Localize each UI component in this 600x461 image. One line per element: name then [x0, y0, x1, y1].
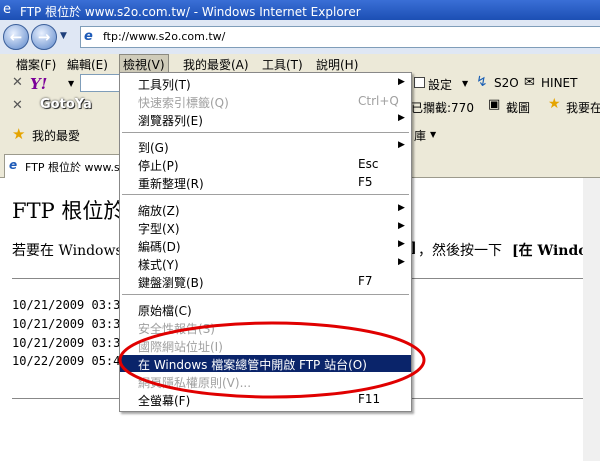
menu-tools[interactable]: 工具(T) [262, 56, 303, 73]
navigation-bar: ← → ▼ e ftp://www.s2o.com.tw/ [0, 20, 600, 55]
view-menu-item-toolbars[interactable]: 工具列(T) ▶ [120, 75, 411, 92]
view-menu-item-stop[interactable]: 停止(P) Esc [120, 156, 411, 173]
star-icon: ★ [548, 96, 561, 112]
address-input[interactable]: ftp://www.s2o.com.tw/ [103, 30, 225, 43]
forward-button[interactable]: → [31, 24, 57, 50]
favorites-star-icon: ★ [12, 125, 26, 143]
window-title: FTP 根位於 www.s2o.com.tw/ - Windows Intern… [20, 5, 361, 19]
ie-app-icon: e [3, 2, 11, 17]
view-menu-item-refresh[interactable]: 重新整理(R) F5 [120, 174, 411, 191]
view-menu-item-full-screen[interactable]: 全螢幕(F) F11 [120, 391, 411, 408]
checkbox-icon[interactable] [414, 77, 425, 88]
view-menu-item-style[interactable]: 樣式(Y) ▶ [120, 255, 411, 272]
submenu-arrow-icon: ▶ [398, 239, 405, 249]
menu-separator [122, 294, 409, 296]
view-menu-item-encoding[interactable]: 編碼(D) ▶ [120, 237, 411, 254]
view-menu-item-go-to[interactable]: 到(G) ▶ [120, 138, 411, 155]
gotoya-logo[interactable]: GotoYa [40, 97, 92, 112]
menu-help[interactable]: 說明(H) [316, 56, 358, 73]
menu-file[interactable]: 檔案(F) [16, 56, 56, 73]
yahoo-logo-icon[interactable]: Y! [30, 75, 47, 93]
menu-edit[interactable]: 編輯(E) [67, 56, 108, 73]
back-button[interactable]: ← [3, 24, 29, 50]
history-dropdown-icon[interactable]: ▼ [60, 31, 67, 41]
view-menu-dropdown: 工具列(T) ▶ 快速索引標籤(Q) Ctrl+Q 瀏覽器列(E) ▶ 到(G)… [119, 72, 412, 412]
favorites-link-partial[interactable]: 我要在台 [566, 99, 600, 116]
view-menu-item-explorer-bars[interactable]: 瀏覽器列(E) ▶ [120, 111, 411, 128]
menu-separator [122, 194, 409, 196]
view-menu-item-text-size[interactable]: 字型(X) ▶ [120, 219, 411, 236]
view-menu-item-quick-tabs: 快速索引標籤(Q) Ctrl+Q [138, 94, 399, 110]
submenu-arrow-icon: ▶ [398, 113, 405, 123]
listing-row[interactable]: 10/21/2009 03:3 [12, 336, 120, 350]
menu-separator [122, 132, 409, 134]
view-menu-item-zoom[interactable]: 縮放(Z) ▶ [120, 201, 411, 218]
tab-label: FTP 根位於 www.s [25, 161, 120, 174]
submenu-arrow-icon: ▶ [398, 203, 405, 213]
instruction-text: 若要在 Windows [12, 243, 123, 259]
mail-icon: ✉ [524, 75, 535, 90]
view-menu-item-security-report: 安全性報告(S) [138, 322, 215, 336]
ie-page-icon: e [84, 29, 93, 44]
screenshot-button[interactable]: 截圖 [506, 99, 530, 116]
chevron-down-icon[interactable]: ▼ [68, 79, 74, 88]
submenu-arrow-icon: ▶ [398, 221, 405, 231]
menu-bar: 檔案(F) 編輯(E) 檢視(V) 我的最愛(A) 工具(T) 說明(H) [0, 54, 600, 75]
lightning-icon: ↯ [476, 74, 488, 90]
view-menu-item-international-address: 國際網站位址(I) [138, 340, 223, 354]
favbar-right-partial[interactable]: 庫 [414, 127, 426, 144]
chevron-down-icon[interactable]: ▼ [430, 130, 436, 139]
blocked-count[interactable]: 已攔截:770 [411, 99, 474, 116]
favorites-button[interactable]: 我的最愛 [32, 127, 80, 144]
submenu-arrow-icon: ▶ [398, 257, 405, 267]
menu-favorites[interactable]: 我的最愛(A) [183, 56, 249, 73]
submenu-arrow-icon: ▶ [398, 77, 405, 87]
view-menu-item-caret-browsing[interactable]: 鍵盤瀏覽(B) F7 [120, 273, 411, 290]
view-menu-item-source[interactable]: 原始檔(C) [120, 301, 411, 318]
close-toolbar-icon[interactable]: ✕ [12, 98, 23, 113]
vertical-scrollbar[interactable] [583, 178, 600, 461]
yahoo-search-input[interactable] [80, 74, 122, 92]
settings-button[interactable]: 設定 [428, 76, 452, 93]
view-menu-item-open-ftp-in-explorer[interactable]: 在 Windows 檔案總管中開啟 FTP 站台(O) [120, 355, 411, 372]
ie-page-icon: e [9, 158, 18, 172]
screenshot-icon: ▣ [488, 97, 501, 112]
title-bar: e FTP 根位於 www.s2o.com.tw/ - Windows Inte… [0, 0, 600, 20]
listing-row[interactable]: 10/21/2009 03:3 [12, 298, 120, 312]
view-menu-item-privacy-policy: 網頁隱私權原則(V)... [138, 376, 252, 390]
chevron-down-icon[interactable]: ▼ [462, 79, 468, 88]
page-heading: FTP 根位於 [12, 199, 125, 223]
s2o-link[interactable]: S2O [494, 76, 519, 90]
close-toolbar-icon[interactable]: ✕ [12, 75, 23, 90]
hinet-link[interactable]: HINET [541, 76, 577, 90]
address-bar[interactable]: e ftp://www.s2o.com.tw/ [80, 26, 600, 48]
listing-row[interactable]: 10/21/2009 03:3 [12, 317, 120, 331]
submenu-arrow-icon: ▶ [398, 140, 405, 150]
tab-ftp[interactable]: e FTP 根位於 www.s [4, 154, 124, 178]
listing-row[interactable]: 10/22/2009 05:4 [12, 354, 120, 368]
instruction-text-right: ，然後按一下 [418, 243, 502, 259]
